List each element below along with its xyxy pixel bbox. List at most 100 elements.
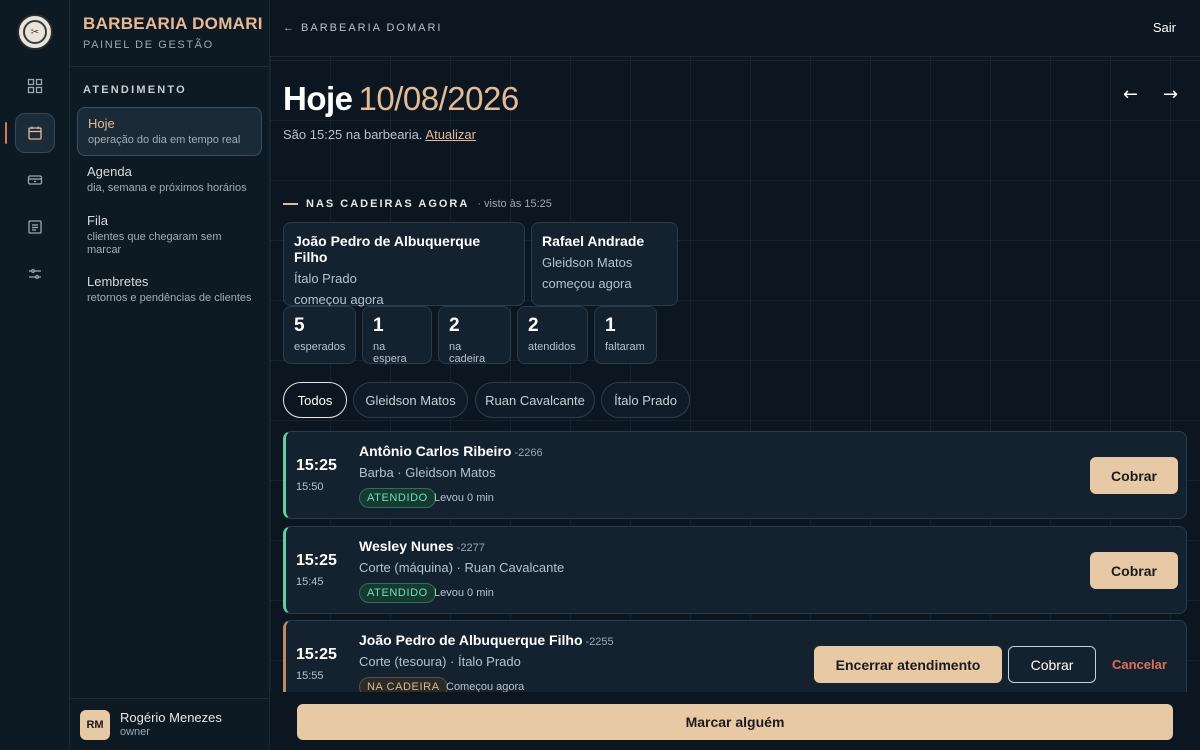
sidebar-item-label: Fila: [87, 213, 108, 228]
chair-barber: Gleidson Matos: [542, 255, 633, 270]
previous-day-button[interactable]: ←: [1123, 84, 1138, 105]
appointment-end-time: 15:55: [296, 670, 324, 682]
appointment-card[interactable]: 15:25 15:45 Wesley Nunes -2277 Corte (máq…: [283, 526, 1187, 614]
status-badge: ATENDIDO: [359, 583, 436, 603]
chairs-header: NAS CADEIRAS AGORA · visto às 15:25: [283, 198, 552, 210]
chair-time: começou agora: [542, 276, 632, 291]
refresh-link[interactable]: Atualizar: [425, 127, 476, 142]
section-label: ATENDIMENTO: [83, 84, 187, 96]
stat-value: 5: [294, 315, 305, 336]
calendar-icon: [28, 126, 42, 140]
main-content: ← BARBEARIA DOMARI Sair Hoje 10/08/2026 ←…: [270, 0, 1200, 750]
charge-button[interactable]: Cobrar: [1090, 457, 1178, 494]
client-code: -2277: [456, 542, 485, 554]
chair-card[interactable]: Rafael Andrade Gleidson Matos começou ag…: [531, 222, 678, 306]
appointment-time: 15:25: [296, 646, 337, 663]
appointment-end-time: 15:45: [296, 576, 324, 588]
stat-value: 2: [528, 315, 539, 336]
barbershop-logo: ✂: [17, 14, 53, 50]
rail-reminders-button[interactable]: [15, 207, 55, 247]
stat-label: atendidos: [528, 341, 576, 353]
stat-value: 2: [449, 315, 460, 336]
status-line: São 15:25 na barbearia. Atualizar: [283, 127, 476, 142]
user-role: owner: [120, 726, 150, 738]
appointment-end-time: 15:50: [296, 481, 324, 493]
client-name: João Pedro de Albuquerque Filho: [359, 632, 583, 648]
client-code: -2255: [585, 636, 614, 648]
next-day-button[interactable]: →: [1163, 84, 1178, 105]
avatar: RM: [80, 710, 110, 740]
appointment-card[interactable]: 15:25 15:50 Antônio Carlos Ribeiro -2266 …: [283, 431, 1187, 519]
sidebar: BARBEARIA DOMARI PAINEL DE GESTÃO ATENDI…: [70, 0, 270, 750]
appointment-client: Antônio Carlos Ribeiro -2266: [359, 443, 543, 459]
sliders-icon: [29, 269, 41, 279]
stat-label: faltaram: [605, 341, 645, 353]
rail-today-button[interactable]: [15, 113, 55, 153]
chair-client: Rafael Andrade: [542, 233, 645, 249]
sidebar-item-label: Lembretes: [87, 274, 149, 289]
back-link[interactable]: ← BARBEARIA DOMARI: [283, 22, 442, 34]
stat-label: na cadeira: [449, 341, 486, 365]
sidebar-item-label: Hoje: [88, 116, 115, 131]
user-name: Rogério Menezes: [120, 710, 222, 725]
duration-note: Levou 0 min: [434, 587, 494, 599]
accent-line: [283, 203, 298, 205]
page-title: Hoje 10/08/2026: [283, 80, 519, 118]
filter-ruan[interactable]: Ruan Cavalcante: [475, 382, 595, 418]
stat-expected: 5 esperados: [283, 306, 356, 364]
chairs-title: NAS CADEIRAS AGORA: [306, 198, 470, 210]
grid-icon: [27, 78, 43, 94]
stat-value: 1: [605, 315, 616, 336]
appointment-service: Corte (máquina) · Ruan Cavalcante: [359, 560, 565, 575]
filter-all[interactable]: Todos: [283, 382, 347, 418]
topbar: ← BARBEARIA DOMARI Sair: [270, 0, 1200, 57]
stat-served: 2 atendidos: [517, 306, 588, 364]
chair-card[interactable]: João Pedro de Albuquerque Filho Ítalo Pr…: [283, 222, 525, 307]
sidebar-item-fila[interactable]: Fila clientes que chegaram sem marcar: [77, 205, 262, 265]
sidebar-item-lembretes[interactable]: Lembretes retornos e pendências de clien…: [77, 266, 262, 313]
sidebar-item-desc: retornos e pendências de clientes: [87, 292, 252, 304]
brand-title: BARBEARIA DOMARI: [83, 14, 263, 33]
sidebar-item-label: Agenda: [87, 164, 132, 179]
book-someone-button[interactable]: Marcar alguém: [297, 704, 1173, 740]
bottom-bar: Marcar alguém: [270, 692, 1200, 750]
sidebar-item-agenda[interactable]: Agenda dia, semana e próximos horários: [77, 156, 262, 203]
stat-no-show: 1 faltaram: [594, 306, 657, 364]
filter-gleidson[interactable]: Gleidson Matos: [353, 382, 468, 418]
chairs-seen-time: · visto às 15:25: [477, 198, 552, 210]
sidebar-item-desc: operação do dia em tempo real: [88, 134, 241, 146]
user-profile[interactable]: RM Rogério Menezes owner: [70, 698, 270, 750]
brand: BARBEARIA DOMARI PAINEL DE GESTÃO: [83, 14, 263, 51]
logout-link[interactable]: Sair: [1153, 20, 1176, 35]
client-name: Wesley Nunes: [359, 538, 454, 554]
page-date: 10/08/2026: [358, 80, 520, 117]
appointment-client: Wesley Nunes -2277: [359, 538, 485, 554]
chair-client: João Pedro de Albuquerque Filho: [294, 233, 481, 265]
finish-service-button[interactable]: Encerrar atendimento: [814, 646, 1002, 683]
stat-label: na espera: [373, 341, 407, 365]
rail-dashboard-button[interactable]: [15, 66, 55, 106]
client-code: -2266: [514, 447, 543, 459]
appointment-time: 15:25: [296, 457, 337, 474]
stat-value: 1: [373, 315, 384, 336]
appointment-time: 15:25: [296, 552, 337, 569]
page-title-label: Hoje: [283, 80, 353, 117]
sidebar-item-hoje[interactable]: Hoje operação do dia em tempo real: [77, 107, 262, 156]
rail-settings-button[interactable]: [15, 254, 55, 294]
ticket-icon: [27, 175, 43, 185]
stat-in-chair: 2 na cadeira: [438, 306, 511, 365]
brand-subtitle: PAINEL DE GESTÃO: [83, 39, 214, 51]
filter-italo[interactable]: Ítalo Prado: [601, 382, 690, 418]
charge-button[interactable]: Cobrar: [1008, 646, 1096, 683]
cancel-button[interactable]: Cancelar: [1112, 657, 1167, 672]
appointment-client: João Pedro de Albuquerque Filho -2255: [359, 632, 614, 648]
list-icon: [28, 220, 42, 234]
stat-label: esperados: [294, 341, 346, 353]
rail-queue-button[interactable]: [15, 160, 55, 200]
stat-waiting: 1 na espera: [362, 306, 432, 365]
icon-rail: ✂: [0, 0, 70, 750]
current-time-text: São 15:25 na barbearia.: [283, 127, 423, 142]
duration-note: Levou 0 min: [434, 492, 494, 504]
charge-button[interactable]: Cobrar: [1090, 552, 1178, 589]
active-indicator: [5, 122, 7, 144]
